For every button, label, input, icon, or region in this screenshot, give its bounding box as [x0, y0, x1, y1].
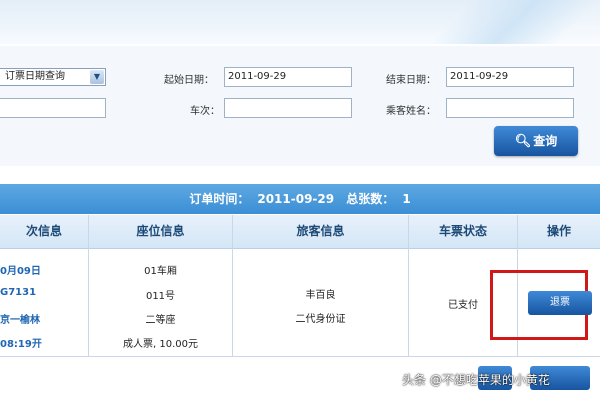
- ticket-count-label: 总张数：: [346, 192, 395, 206]
- query-button[interactable]: 🔍︎ 查询: [494, 126, 578, 156]
- secondary-input[interactable]: [0, 98, 106, 118]
- passenger-name: 丰百良: [305, 290, 336, 301]
- refund-button[interactable]: 退票: [528, 291, 592, 315]
- ticket-price: 成人票, 10.00元: [123, 339, 198, 350]
- train-number-label: 车次：: [190, 106, 220, 117]
- column-divider: [408, 215, 409, 356]
- seat-number: 011号: [145, 291, 176, 302]
- banner-decoration: [430, 0, 600, 44]
- start-date-label: 起始日期：: [164, 75, 214, 86]
- order-time-label: 订单时间：: [189, 192, 250, 206]
- table-bottom-border: [0, 356, 600, 357]
- train-number-field[interactable]: [224, 98, 352, 118]
- date-type-select[interactable]: 订票日期查询 ▼: [0, 68, 106, 86]
- order-time-value: 2011-09-29: [257, 192, 335, 206]
- seat-carriage: 01车厢: [144, 266, 177, 277]
- top-banner: [0, 0, 600, 44]
- column-header-action: 操作: [546, 224, 571, 238]
- train-date: 0月09日: [0, 266, 41, 277]
- ticket-count-value: 1: [402, 192, 411, 206]
- end-date-label: 结束日期：: [386, 75, 436, 86]
- train-route: 京一榆林: [0, 315, 40, 326]
- watermark: 头条 @不想吃苹果的小黄花: [402, 373, 550, 387]
- search-icon: 🔍︎: [514, 134, 532, 149]
- departure-time: 08:19开: [0, 339, 42, 350]
- start-date-field[interactable]: 2011-09-29: [224, 67, 352, 87]
- column-header-ticket-status: 车票状态: [438, 224, 487, 238]
- seat-class: 二等座: [145, 315, 176, 326]
- date-type-select-value: 订票日期查询: [5, 71, 65, 82]
- passenger-id-type: 二代身份证: [295, 314, 346, 325]
- chevron-down-icon[interactable]: ▼: [90, 70, 104, 84]
- end-date-field[interactable]: 2011-09-29: [446, 67, 574, 87]
- column-header-seat-info: 座位信息: [136, 224, 185, 238]
- passenger-name-label: 乘客姓名：: [386, 106, 436, 117]
- query-button-label: 查询: [533, 134, 558, 148]
- order-info-bar: 订单时间： 2011-09-29 总张数： 1: [0, 184, 600, 214]
- table-header: 次信息 座位信息 旅客信息 车票状态 操作: [0, 215, 600, 249]
- column-header-train-info: 次信息: [25, 224, 62, 238]
- passenger-name-field[interactable]: [446, 98, 574, 118]
- column-header-passenger-info: 旅客信息: [296, 224, 345, 238]
- train-number[interactable]: G7131: [0, 287, 60, 298]
